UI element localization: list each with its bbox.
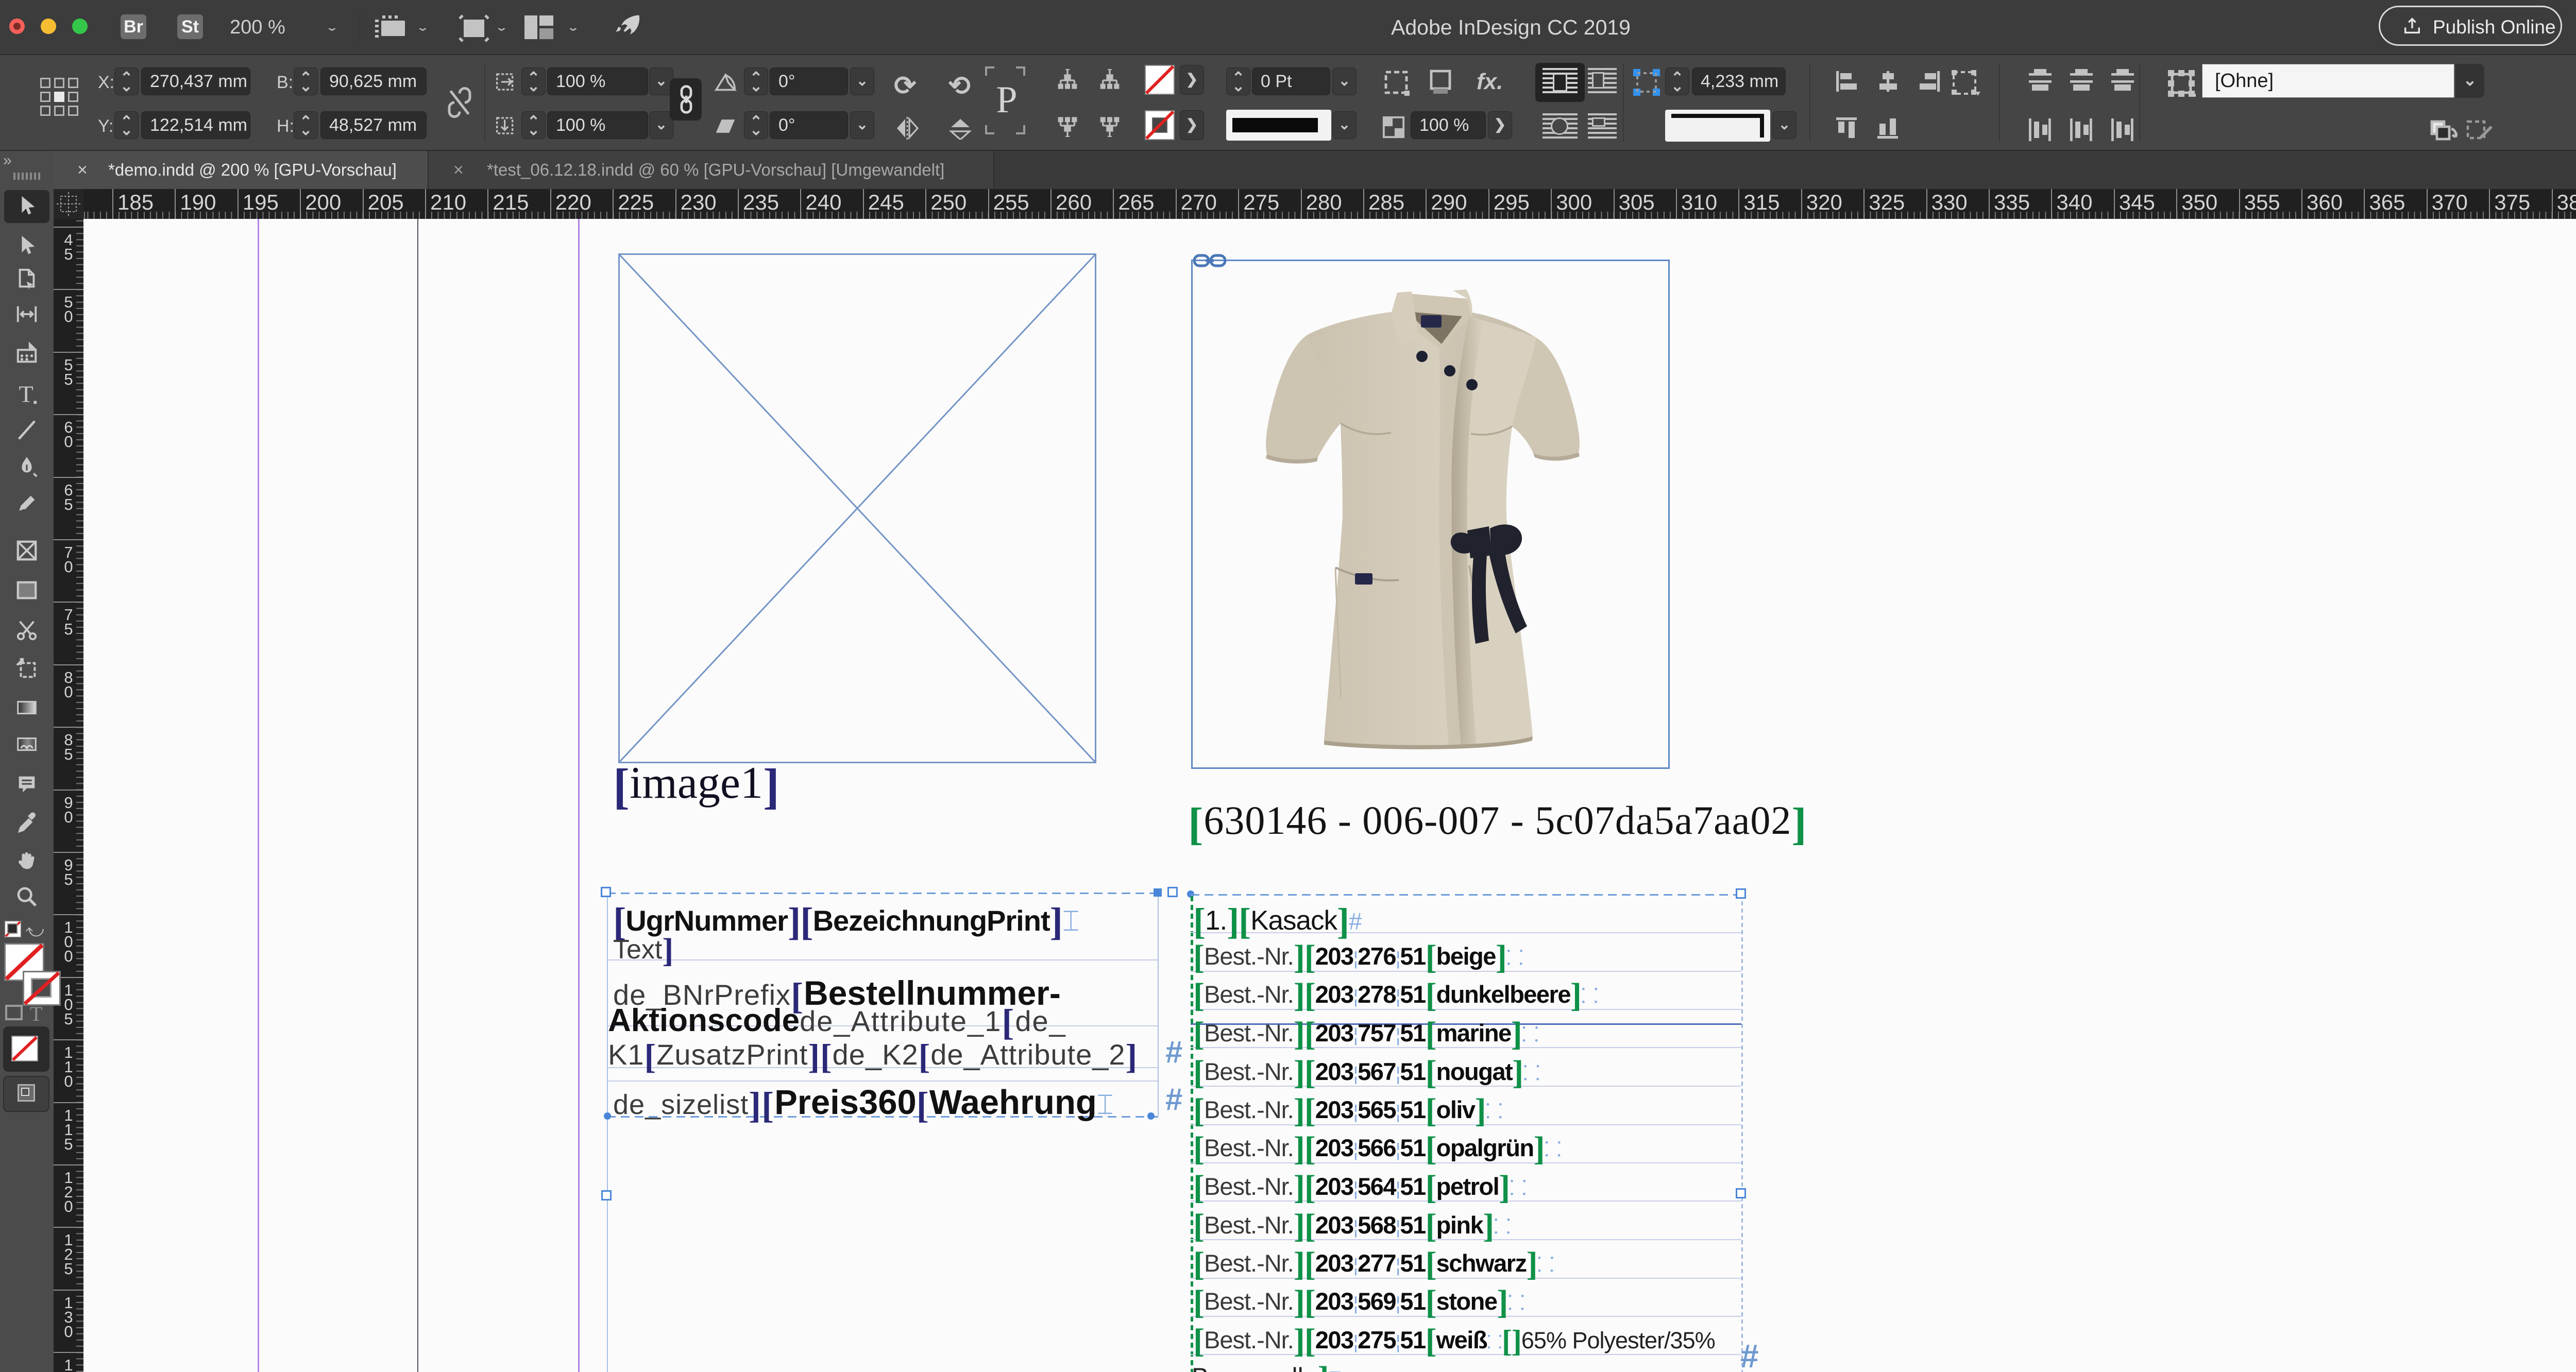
svg-text:T: T xyxy=(19,382,33,406)
